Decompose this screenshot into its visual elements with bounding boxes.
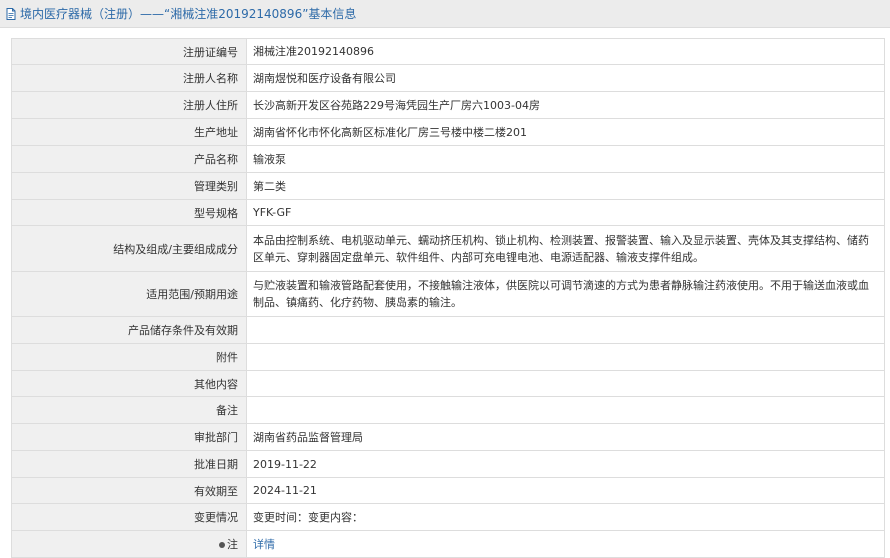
table-row: 其他内容 [11, 370, 885, 397]
row-value: 湘械注准20192140896 [246, 38, 885, 65]
details-link[interactable]: 详情 [253, 538, 275, 551]
row-label: 注册证编号 [11, 38, 247, 65]
table-row: 适用范围/预期用途 与贮液装置和输液管路配套使用，不接触输注液体，供医院以可调节… [11, 271, 885, 317]
table-row: 注册人名称 湖南煜悦和医疗设备有限公司 [11, 64, 885, 92]
row-label: 产品名称 [11, 145, 247, 173]
row-label: 审批部门 [11, 423, 247, 451]
row-label: 适用范围/预期用途 [11, 271, 247, 317]
row-label: 产品储存条件及有效期 [11, 316, 247, 344]
row-value: 第二类 [246, 172, 885, 200]
row-label: 型号规格 [11, 199, 247, 226]
row-label: 变更情况 [11, 503, 247, 531]
row-value: 长沙高新开发区谷苑路229号海凭园生产厂房六1003-04房 [246, 91, 885, 119]
row-value [246, 370, 885, 397]
row-label: 注册人名称 [11, 64, 247, 92]
row-label: 结构及组成/主要组成成分 [11, 225, 247, 272]
page-title: 境内医疗器械（注册）——“湘械注准20192140896”基本信息 [20, 7, 357, 21]
row-value: 本品由控制系统、电机驱动单元、蠕动挤压机构、锁止机构、检测装置、报警装置、输入及… [246, 225, 885, 272]
note-label: 注 [227, 538, 238, 551]
row-value [246, 343, 885, 371]
row-value [246, 396, 885, 424]
table-row: 结构及组成/主要组成成分 本品由控制系统、电机驱动单元、蠕动挤压机构、锁止机构、… [11, 225, 885, 272]
table-row: 附件 [11, 343, 885, 371]
row-label: 生产地址 [11, 118, 247, 146]
note-row: 注 详情 [11, 530, 885, 558]
table-row: 注册证编号 湘械注准20192140896 [11, 38, 885, 65]
row-label: 其他内容 [11, 370, 247, 397]
row-label: 注册人住所 [11, 91, 247, 119]
row-value [246, 316, 885, 344]
row-label: 附件 [11, 343, 247, 371]
row-label: 批准日期 [11, 450, 247, 478]
table-row: 批准日期 2019-11-22 [11, 450, 885, 478]
note-value-cell: 详情 [246, 530, 885, 558]
table-row: 型号规格 YFK-GF [11, 199, 885, 226]
table-row: 有效期至 2024-11-21 [11, 477, 885, 504]
row-value: 湖南省药品监督管理局 [246, 423, 885, 451]
row-label: 管理类别 [11, 172, 247, 200]
table-row: 产品名称 输液泵 [11, 145, 885, 173]
table-row: 产品储存条件及有效期 [11, 316, 885, 344]
table-row: 管理类别 第二类 [11, 172, 885, 200]
table-row: 生产地址 湖南省怀化市怀化高新区标准化厂房三号楼中楼二楼201 [11, 118, 885, 146]
row-value: 湖南煜悦和医疗设备有限公司 [246, 64, 885, 92]
table-row: 注册人住所 长沙高新开发区谷苑路229号海凭园生产厂房六1003-04房 [11, 91, 885, 119]
row-value: YFK-GF [246, 199, 885, 226]
row-label: 备注 [11, 396, 247, 424]
row-value: 变更时间：变更内容： [246, 503, 885, 531]
row-value: 输液泵 [246, 145, 885, 173]
note-label-cell: 注 [11, 530, 247, 558]
page-header: 境内医疗器械（注册）——“湘械注准20192140896”基本信息 [0, 0, 890, 28]
row-value: 湖南省怀化市怀化高新区标准化厂房三号楼中楼二楼201 [246, 118, 885, 146]
table-row: 审批部门 湖南省药品监督管理局 [11, 423, 885, 451]
row-value: 2019-11-22 [246, 450, 885, 478]
note-marker-icon [219, 542, 225, 548]
document-icon [6, 7, 16, 20]
info-table: 注册证编号 湘械注准20192140896 注册人名称 湖南煜悦和医疗设备有限公… [11, 38, 885, 558]
table-row: 变更情况 变更时间：变更内容： [11, 503, 885, 531]
row-label: 有效期至 [11, 477, 247, 504]
row-value: 2024-11-21 [246, 477, 885, 504]
table-row: 备注 [11, 396, 885, 424]
row-value: 与贮液装置和输液管路配套使用，不接触输注液体，供医院以可调节滴速的方式为患者静脉… [246, 271, 885, 317]
